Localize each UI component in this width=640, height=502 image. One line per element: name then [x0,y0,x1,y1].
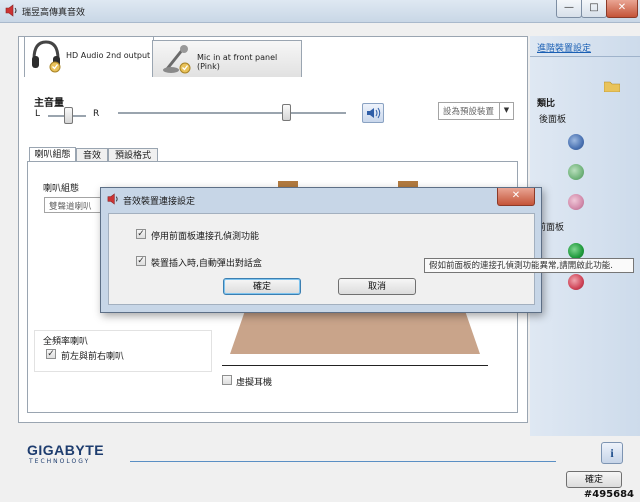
app-window: 瑞昱高傳真音效 — □ ✕ HD Audio 2nd output Mic in… [0,0,640,502]
gigabyte-logo: GIGABYTE [27,442,105,458]
auto-popup-dialog-checkbox[interactable]: ✓ [136,256,146,266]
window-title: 瑞昱高傳真音效 [22,8,86,18]
dialog-ok-button[interactable]: 確定 [223,278,301,295]
analog-label: 類比 [537,99,556,109]
gigabyte-logo-sub: TECHNOLOGY [29,458,91,465]
mute-button[interactable] [362,103,384,123]
pane-divider [530,56,640,57]
speaker-icon [367,107,381,119]
speaker-config-label: 喇叭組態 [43,184,80,194]
connector-settings-dialog: 音效裝置連接設定 ✕ ✓ 停用前面板連接孔偵測功能 ✓ 裝置插入時,自動彈出對話… [100,187,542,313]
front-jack-red[interactable] [568,274,584,290]
master-volume-thumb[interactable] [282,104,291,121]
master-volume-title: 主音量 [34,98,64,109]
chevron-down-icon: ▼ [499,103,513,119]
dialog-close-button[interactable]: ✕ [497,188,535,206]
tab-label: Mic in at front panel (Pink) [197,53,278,71]
tab-label: HD Audio 2nd output [66,51,151,60]
advanced-settings-link[interactable]: 進階裝置設定 [537,41,591,54]
speaker-app-icon [107,193,119,205]
floor-line [222,365,488,366]
rear-jack-pink[interactable] [568,194,584,210]
tooltip: 假如前面板的連接孔偵測功能異常,請開啟此功能. [424,258,634,273]
master-volume-track [118,112,346,115]
balance-left-label: L [35,109,41,119]
close-button[interactable]: ✕ [606,0,638,18]
front-jack-green[interactable] [568,243,584,259]
balance-slider-thumb[interactable] [64,107,73,124]
dialog-title: 音效裝置連接設定 [123,197,196,207]
balance-right-label: R [93,109,100,119]
set-default-device-dropdown[interactable]: 設為預設裝置 ▼ [438,102,514,120]
main-ok-button[interactable]: 確定 [566,471,622,488]
dialog-cancel-button[interactable]: 取消 [338,278,416,295]
maximize-button[interactable]: □ [581,0,607,18]
fullrange-checkbox[interactable]: ✓ [46,349,56,359]
microphone-icon [161,43,193,75]
speaker-app-icon [5,4,18,17]
virtual-surround-checkbox[interactable] [222,375,232,385]
info-button[interactable]: i [601,442,623,464]
rear-jack-green[interactable] [568,164,584,180]
disable-front-jack-detection-label: 停用前面板連接孔偵測功能 [151,232,260,242]
speaker-config-dropdown[interactable]: 雙聲道喇叭 [44,197,104,213]
auto-popup-dialog-label: 裝置插入時,自動彈出對話盒 [151,259,262,269]
fullrange-label: 全頻率喇叭 [43,337,89,347]
dropdown-label: 設為預設裝置 [443,107,495,117]
rear-panel-label: 後面板 [539,115,567,125]
rear-jack-blue[interactable] [568,134,584,150]
title-bar: 瑞昱高傳真音效 — □ ✕ [0,0,640,23]
virtual-surround-label: 虛擬耳機 [236,378,273,388]
tab-speaker-config[interactable]: 喇叭組態 [29,147,76,162]
footer-divider [130,461,556,462]
minimize-button[interactable]: — [556,0,582,18]
fullrange-checkbox-label: 前左與前右喇叭 [61,352,125,362]
folder-icon[interactable] [603,80,621,93]
tab-sound-effects[interactable]: 音效 [76,148,108,162]
tab-default-format[interactable]: 預設格式 [108,148,158,162]
disable-front-jack-detection-checkbox[interactable]: ✓ [136,229,146,239]
tab-hd-audio-output[interactable]: HD Audio 2nd output [24,36,154,77]
headphones-icon [30,39,62,73]
watermark: #495684 [583,489,634,500]
tab-mic-front-panel[interactable]: Mic in at front panel (Pink) [152,40,302,77]
